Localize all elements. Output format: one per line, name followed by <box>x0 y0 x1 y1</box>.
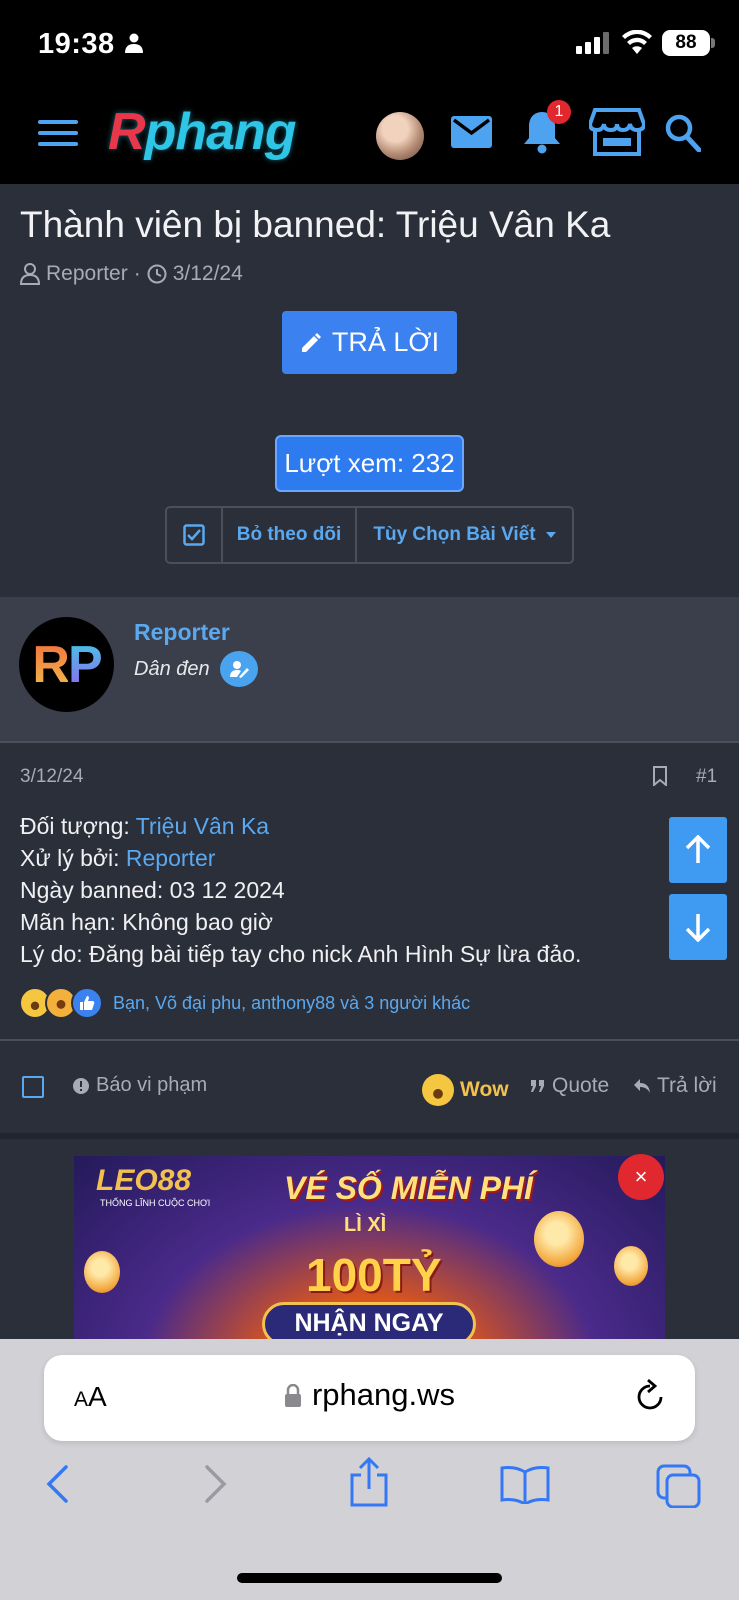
post-options-dropdown[interactable]: Tùy Chọn Bài Viết <box>357 508 572 562</box>
site-logo[interactable]: Rphang <box>108 102 297 162</box>
post-body: Đối tượng: Triệu Vân Ka Xử lý bởi: Repor… <box>20 810 581 970</box>
reactions-summary[interactable]: Bạn, Võ đại phu, anthony88 và 3 người kh… <box>19 987 470 1019</box>
author-name[interactable]: Reporter <box>134 619 230 646</box>
unwatch-button[interactable]: Bỏ theo dõi <box>223 508 357 562</box>
battery-tip <box>711 38 715 48</box>
report-link[interactable]: Báo vi phạm <box>72 1074 207 1097</box>
wow-face-icon <box>422 1074 454 1106</box>
reactions-text[interactable]: Bạn, Võ đại phu, anthony88 và 3 người kh… <box>113 993 470 1014</box>
user-icon <box>20 263 40 285</box>
arrow-down-icon <box>685 914 711 942</box>
quote-label: Quote <box>552 1074 610 1097</box>
post-line-subject: Đối tượng: Triệu Vân Ka <box>20 813 270 839</box>
advertisement-banner[interactable]: LEO88 THỐNG LĨNH CUỘC CHƠI VÉ SỐ MIỄN PH… <box>74 1156 665 1339</box>
ad-brand-tagline: THỐNG LĨNH CUỘC CHƠI <box>100 1198 211 1208</box>
post-line-banned-date: Ngày banned: 03 12 2024 <box>20 877 285 903</box>
person-icon <box>125 33 143 53</box>
share-icon[interactable] <box>348 1457 390 1507</box>
alert-icon <box>73 1077 89 1094</box>
post-line-expiry: Mãn hạn: Không bao giờ <box>20 909 273 935</box>
mail-icon[interactable] <box>451 116 492 148</box>
ad-amount: 100TỶ <box>306 1249 442 1301</box>
lantern-decoration <box>84 1251 120 1293</box>
reload-icon[interactable] <box>634 1379 666 1413</box>
post-select-checkbox[interactable] <box>22 1076 44 1098</box>
ad-title: VÉ SỐ MIỄN PHÍ <box>284 1170 533 1206</box>
wifi-icon <box>622 30 652 54</box>
search-icon[interactable] <box>665 114 701 152</box>
ad-subtitle: LÌ XÌ <box>344 1214 387 1236</box>
lantern-decoration <box>614 1246 648 1286</box>
quote-icon <box>531 1080 544 1092</box>
author-role: Dân đen <box>134 651 258 687</box>
battery-indicator: 88 <box>662 30 710 56</box>
reply-button-label: TRẢ LỜI <box>331 327 440 357</box>
status-time: 19:38 <box>38 28 115 60</box>
signal-icon <box>576 32 609 54</box>
post-options-label: Tùy Chọn Bài Viết <box>373 524 536 545</box>
scroll-up-button[interactable] <box>669 817 727 883</box>
post-number[interactable]: #1 <box>696 766 717 788</box>
like-reaction-icon <box>71 987 103 1019</box>
lock-icon <box>284 1384 301 1407</box>
forward-icon[interactable] <box>203 1464 229 1504</box>
home-indicator[interactable] <box>237 1573 502 1583</box>
select-checkbox[interactable] <box>167 508 223 562</box>
post-date[interactable]: 3/12/24 <box>20 766 83 788</box>
url-display[interactable]: rphang.ws <box>44 1377 695 1413</box>
post-actions: Báo vi phạm Wow Quote Trả lời <box>0 1041 739 1133</box>
reply-post-button[interactable]: Trả lời <box>633 1074 717 1098</box>
quote-button[interactable]: Quote <box>530 1074 609 1098</box>
lantern-decoration <box>534 1211 584 1267</box>
url-text: rphang.ws <box>311 1377 456 1412</box>
wow-reaction-button[interactable]: Wow <box>422 1074 509 1106</box>
subject-link[interactable]: Triệu Vân Ka <box>136 813 269 839</box>
pencil-icon <box>301 332 321 352</box>
thread-title: Thành viên bị banned: Triệu Vân Ka <box>20 204 611 245</box>
status-bar: 19:38 88 <box>0 0 739 92</box>
store-icon[interactable] <box>589 108 645 156</box>
ad-close-button[interactable]: × <box>618 1154 664 1200</box>
reply-label: Trả lời <box>657 1074 717 1097</box>
account-avatar[interactable] <box>376 112 424 160</box>
report-label: Báo vi phạm <box>96 1074 208 1096</box>
handler-link[interactable]: Reporter <box>126 845 215 871</box>
back-icon[interactable] <box>44 1464 70 1504</box>
post-line-handled: Xử lý bởi: Reporter <box>20 845 216 871</box>
bookmark-icon[interactable] <box>652 766 668 786</box>
clock-icon <box>147 264 167 284</box>
bookmarks-icon[interactable] <box>500 1464 550 1504</box>
view-count: Lượt xem: 232 <box>275 435 464 492</box>
arrow-up-icon <box>685 835 711 863</box>
thread-author[interactable]: Reporter <box>46 262 128 286</box>
tabs-icon[interactable] <box>656 1464 702 1508</box>
author-role-label: Dân đen <box>134 657 210 680</box>
notification-badge: 1 <box>547 100 571 124</box>
wow-label: Wow <box>460 1078 509 1101</box>
scroll-down-button[interactable] <box>669 894 727 960</box>
menu-icon[interactable] <box>38 120 78 152</box>
role-badge-icon <box>219 651 258 687</box>
author-avatar[interactable]: RP <box>19 617 114 712</box>
meta-separator: · <box>133 262 141 285</box>
thread-tools: Bỏ theo dõi Tùy Chọn Bài Viết <box>165 506 574 564</box>
reply-button[interactable]: TRẢ LỜI <box>282 311 457 374</box>
address-bar[interactable]: AA rphang.ws <box>44 1355 695 1441</box>
thread-meta: Reporter · 3/12/24 <box>20 262 243 286</box>
ad-brand-logo: LEO88 <box>96 1164 192 1197</box>
caret-down-icon <box>545 532 556 538</box>
ad-cta[interactable]: NHẬN NGAY <box>262 1302 476 1339</box>
reply-arrow-icon <box>634 1079 650 1093</box>
post-author-block: RP Reporter Dân đen <box>0 597 739 743</box>
browser-toolbar: AA rphang.ws <box>0 1339 739 1600</box>
checkbox-checked-icon <box>183 524 205 546</box>
section-separator <box>0 1133 739 1139</box>
thread-date[interactable]: 3/12/24 <box>173 262 243 286</box>
app-header: Rphang 1 <box>0 92 739 184</box>
post-line-reason: Lý do: Đăng bài tiếp tay cho nick Anh Hì… <box>20 941 582 967</box>
